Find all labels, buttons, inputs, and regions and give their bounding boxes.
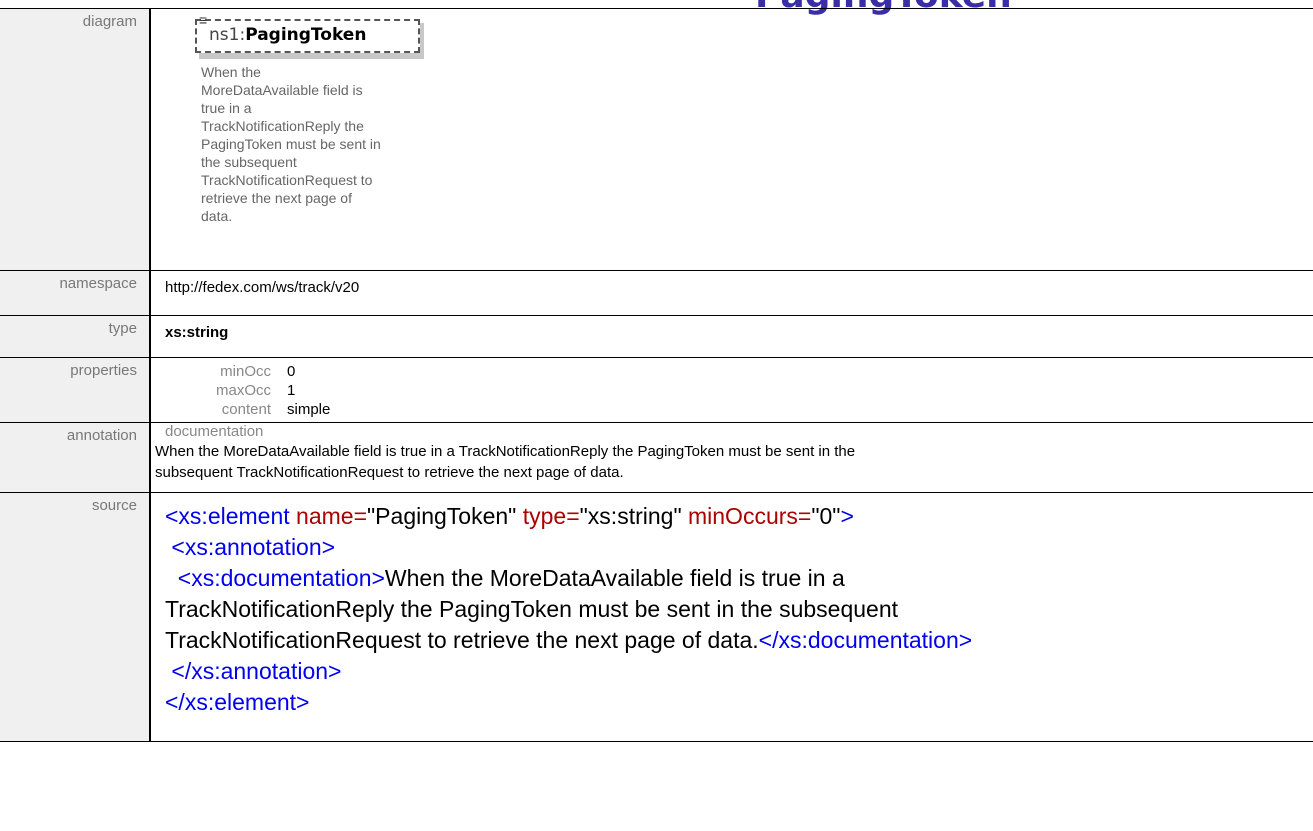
type-value[interactable]: xs:string (149, 315, 1313, 358)
properties-label: properties (0, 357, 151, 423)
xml-attribute: type= (516, 503, 580, 529)
xml-tag: <xs:element (165, 503, 290, 529)
annotation-text-line: subsequent TrackNotificationRequest to r… (155, 464, 624, 481)
diagram-doc-line: TrackNotificationReply the (201, 118, 364, 134)
property-value: 0 (287, 363, 296, 380)
element-diagram: ns1:PagingToken ≡ When the MoreDataAvail… (185, 13, 425, 263)
source-line-1: <xs:element name="PagingToken" type="xs:… (165, 501, 1313, 532)
element-name: PagingToken (245, 25, 367, 45)
properties-row: properties minOcc 0 maxOcc 1 content sim… (0, 357, 1313, 423)
xml-attribute-value: "PagingToken" (367, 503, 517, 529)
namespace-row: namespace http://fedex.com/ws/track/v20 (0, 270, 1313, 316)
diagram-row: diagram ns1:PagingToken ≡ When the MoreD… (0, 8, 1313, 271)
xml-tag: </xs:documentation> (758, 627, 973, 653)
xml-tag-close: > (840, 503, 854, 529)
xml-attribute: name= (289, 503, 368, 529)
element-box[interactable]: ns1:PagingToken (195, 19, 420, 53)
element-doc-table: diagram ns1:PagingToken ≡ When the MoreD… (0, 8, 1313, 742)
source-line-6: </xs:annotation> (165, 656, 1313, 687)
property-key: minOcc (220, 363, 271, 380)
xml-tag: </xs:annotation> (165, 658, 342, 684)
diagram-label: diagram (0, 8, 151, 271)
xml-tag: <xs:annotation> (165, 534, 336, 560)
annotation-label: annotation (0, 422, 151, 493)
xml-attribute: minOccurs= (681, 503, 812, 529)
diagram-doc-line: the subsequent (201, 154, 297, 170)
diagram-doc-line: data. (201, 208, 233, 224)
xml-text: TrackNotificationRequest to retrieve the… (165, 627, 759, 653)
annotation-cell: documentation When the MoreDataAvailable… (149, 422, 1313, 493)
source-label: source (0, 492, 151, 742)
property-key: content (221, 401, 271, 418)
annotation-text-line: When the MoreDataAvailable field is true… (155, 443, 856, 460)
source-code: <xs:element name="PagingToken" type="xs:… (165, 497, 1313, 718)
diagram-doc-line: true in a (201, 100, 252, 116)
source-line-7: </xs:element> (165, 687, 1313, 718)
properties-cell: minOcc 0 maxOcc 1 content simple (149, 357, 1313, 423)
diagram-doc-line: TrackNotificationRequest to (201, 172, 373, 188)
namespace-label: namespace (0, 270, 151, 316)
diagram-cell: ns1:PagingToken ≡ When the MoreDataAvail… (149, 8, 1313, 271)
documentation-icon: ≡ (199, 12, 208, 28)
type-label: type (0, 315, 151, 358)
source-line-2: <xs:annotation> (165, 532, 1313, 563)
type-row: type xs:string (0, 315, 1313, 358)
element-namespace-prefix: ns1: (209, 25, 246, 45)
xml-text: TrackNotificationReply the PagingToken m… (165, 596, 899, 622)
source-line-3: <xs:documentation>When the MoreDataAvail… (165, 563, 1313, 594)
property-value: simple (287, 401, 331, 418)
properties-grid: minOcc 0 maxOcc 1 content simple (151, 362, 1313, 419)
xml-attribute-value: "0" (811, 503, 841, 529)
xml-text: When the MoreDataAvailable field is true… (384, 565, 845, 591)
diagram-documentation: When the MoreDataAvailable field is true… (201, 63, 446, 225)
annotation-heading: documentation (165, 423, 264, 440)
xml-tag: <xs:documentation> (165, 565, 385, 591)
xml-tag: </xs:element> (165, 689, 310, 715)
annotation-row: annotation documentation When the MoreDa… (0, 422, 1313, 493)
property-value: 1 (287, 382, 296, 399)
diagram-doc-line: When the (201, 64, 261, 80)
xml-attribute-value: "xs:string" (579, 503, 682, 529)
source-line-4: TrackNotificationReply the PagingToken m… (165, 594, 1313, 625)
diagram-doc-line: MoreDataAvailable field is (201, 82, 363, 98)
source-cell: <xs:element name="PagingToken" type="xs:… (149, 492, 1313, 742)
diagram-doc-line: retrieve the next page of (201, 190, 352, 206)
source-row: source <xs:element name="PagingToken" ty… (0, 492, 1313, 742)
namespace-value: http://fedex.com/ws/track/v20 (149, 270, 1313, 316)
diagram-doc-line: PagingToken must be sent in (201, 136, 381, 152)
property-key: maxOcc (215, 382, 271, 399)
source-line-5: TrackNotificationRequest to retrieve the… (165, 625, 1313, 656)
